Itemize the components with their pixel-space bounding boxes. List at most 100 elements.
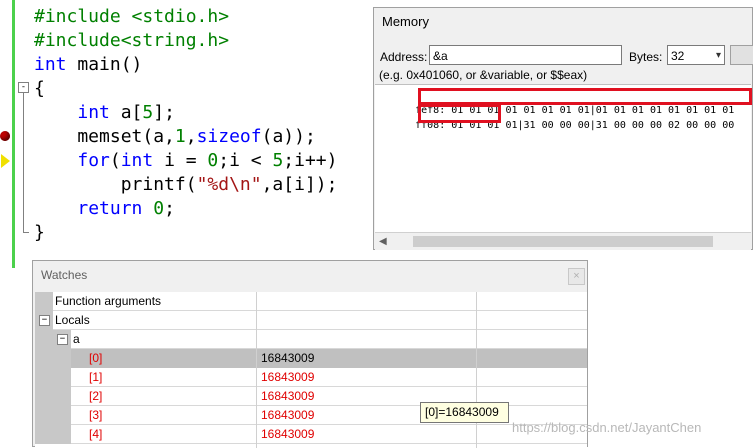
row-indent [35, 330, 53, 349]
scrollbar-thumb[interactable] [413, 236, 713, 247]
bytes-select[interactable]: 32 ▾ [667, 45, 725, 65]
code-token: ]; [153, 102, 175, 123]
code-token: i = [153, 150, 208, 171]
memory-title: Memory [382, 14, 429, 29]
collapse-toggle-icon[interactable]: − [39, 315, 50, 326]
watch-row[interactable]: [0] 16843009 [35, 349, 587, 368]
row-indent [35, 387, 53, 406]
code-token: for [77, 150, 110, 171]
code-line[interactable]: #include<string.h> [34, 29, 229, 53]
address-input[interactable]: &a [429, 45, 622, 65]
horizontal-scrollbar[interactable]: ◀ [375, 232, 751, 250]
watch-name: [2] [89, 389, 103, 403]
watch-name: a [73, 332, 80, 346]
code-line[interactable]: } [34, 221, 45, 245]
watch-row[interactable]: Function arguments [35, 292, 587, 311]
code-line[interactable]: printf("%d\n",a[i]); [34, 173, 338, 197]
code-token: 5 [272, 150, 284, 171]
code-token: 0 [207, 150, 219, 171]
address-label: Address: [380, 50, 428, 64]
highlight-box [418, 104, 501, 123]
watch-name: [4] [89, 427, 103, 441]
bytes-label: Bytes: [629, 50, 663, 64]
code-token: 0 [153, 198, 165, 219]
code-token: , [185, 126, 197, 147]
code-token: 5 [142, 102, 154, 123]
row-indent [53, 387, 71, 406]
watch-row[interactable]: − a [35, 330, 587, 349]
code-token: int [77, 102, 110, 123]
address-hint: (e.g. 0x401060, or &variable, or $$eax) [379, 68, 588, 82]
selection-highlight [71, 349, 587, 368]
code-token: return [77, 198, 143, 219]
memory-window: Memory Address: &a Bytes: 32 ▾ (e.g. 0x4… [373, 7, 753, 250]
code-line[interactable]: return 0; [34, 197, 175, 221]
highlight-box [418, 88, 752, 105]
current-line-arrow-icon [1, 154, 10, 168]
row-indent [53, 349, 71, 368]
column-divider[interactable] [256, 292, 257, 448]
code-token: ; [164, 198, 175, 219]
code-line[interactable]: { [34, 77, 45, 101]
breakpoint-icon[interactable] [0, 131, 10, 141]
code-token: #include <stdio.h> [34, 6, 230, 27]
row-indent [35, 368, 53, 387]
chevron-down-icon: ▾ [715, 50, 721, 61]
watch-name: [1] [89, 370, 103, 384]
code-token: printf( [34, 174, 197, 195]
fold-end [23, 232, 29, 233]
code-token: memset(a, [34, 126, 175, 147]
code-token: 1 [174, 126, 186, 147]
code-token: #include<string.h> [34, 30, 230, 51]
watch-value[interactable]: 16843009 [261, 370, 314, 384]
code-token: (a)); [261, 126, 316, 147]
watch-value[interactable]: 16843009 [261, 389, 314, 403]
fold-toggle[interactable]: - [18, 82, 29, 93]
watches-title: Watches [41, 268, 88, 282]
column-divider[interactable] [476, 292, 477, 448]
close-icon[interactable]: × [568, 268, 585, 285]
row-indent [53, 368, 71, 387]
scroll-left-icon[interactable]: ◀ [379, 236, 387, 247]
code-token: "%d\n" [196, 174, 262, 195]
row-indent [35, 406, 53, 425]
watch-value[interactable]: 16843009 [261, 408, 314, 422]
value-tooltip: [0]=16843009 [420, 402, 509, 423]
code-line[interactable]: for(int i = 0;i < 5;i++) [34, 149, 337, 173]
code-token: int [34, 54, 67, 75]
watch-grid[interactable]: Function arguments − Locals − a [0] 16843009 [1… [35, 292, 587, 448]
memory-go-button[interactable] [730, 45, 753, 65]
code-line[interactable]: #include <stdio.h> [34, 5, 229, 29]
row-indent [53, 406, 71, 425]
watch-row[interactable]: [4] 16843009 [35, 425, 587, 444]
bytes-select-value: 32 [671, 49, 685, 63]
watch-name: [0] [89, 351, 103, 365]
row-indent [35, 349, 53, 368]
code-line[interactable]: int main() [34, 53, 142, 77]
watch-value[interactable]: 16843009 [261, 427, 314, 441]
row-indent [35, 425, 53, 444]
code-line[interactable]: int a[5]; [34, 101, 175, 125]
watch-name: [3] [89, 408, 103, 422]
watch-name: Locals [55, 313, 90, 327]
code-line[interactable]: memset(a,1,sizeof(a)); [34, 125, 316, 149]
code-token: int [120, 150, 154, 171]
watch-row[interactable]: [1] 16843009 [35, 368, 587, 387]
row-indent [35, 292, 53, 311]
code-token: ,a[i]); [261, 174, 338, 195]
code-editor[interactable]: #include <stdio.h> #include<string.h> int … [15, 0, 375, 260]
code-token: { [34, 78, 45, 99]
code-token: sizeof [196, 126, 262, 147]
watch-name: Function arguments [55, 294, 162, 308]
code-token: } [34, 222, 45, 243]
watch-value[interactable]: 16843009 [261, 351, 314, 365]
fold-line [23, 93, 24, 233]
row-indent [53, 425, 71, 444]
watch-row[interactable]: − Locals [35, 311, 587, 330]
collapse-toggle-icon[interactable]: − [57, 334, 68, 345]
code-token: a[ [109, 102, 143, 123]
